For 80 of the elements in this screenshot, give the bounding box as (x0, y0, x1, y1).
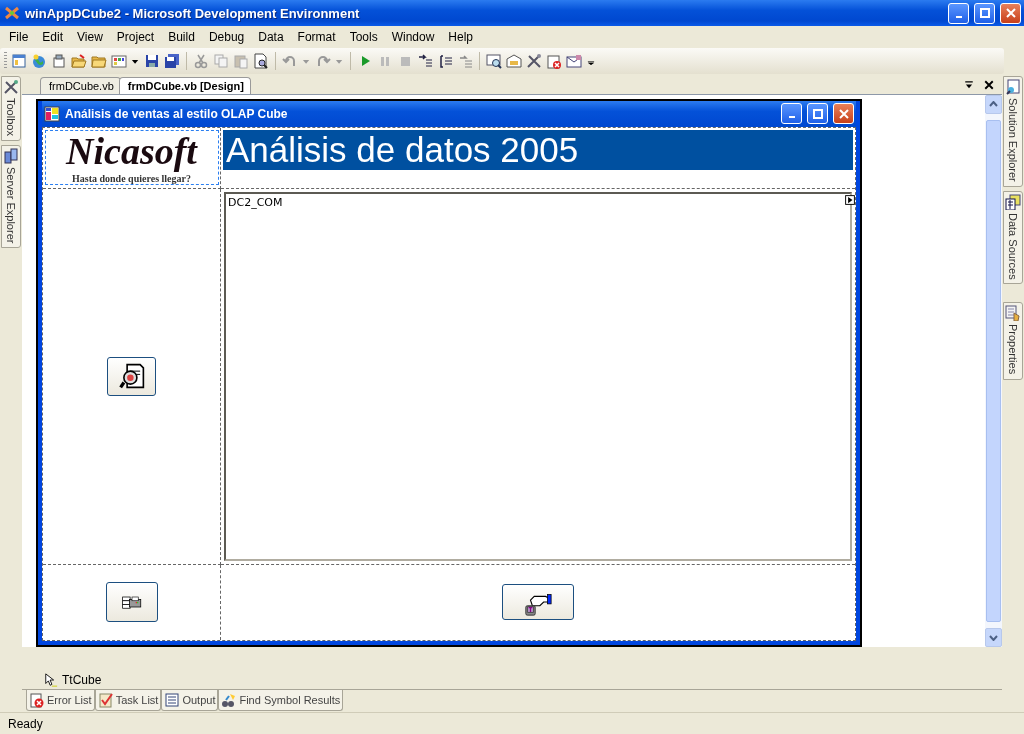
close-button[interactable] (1000, 2, 1021, 24)
server-icon (3, 147, 19, 164)
menu-item[interactable]: Tools (342, 27, 385, 47)
window-icon[interactable] (11, 53, 27, 69)
search-button[interactable] (107, 356, 156, 396)
panel-tab[interactable]: Find Symbol Results (218, 690, 344, 712)
checklist-icon (97, 692, 114, 709)
house-icon[interactable] (506, 53, 522, 69)
form-title: Análisis de ventas al estilo OLAP Cube (65, 106, 289, 121)
close-icon (838, 108, 849, 119)
menu-item[interactable]: File (2, 27, 36, 47)
close-icon (1005, 8, 1016, 18)
menu-item[interactable]: Data (251, 27, 291, 47)
database-button[interactable] (105, 582, 158, 623)
minimize-button[interactable] (948, 2, 969, 24)
close-button[interactable] (833, 103, 854, 125)
menu-item[interactable]: Window (384, 27, 442, 47)
clipboard-error-icon[interactable] (546, 53, 562, 69)
arrow-lines-icon[interactable] (417, 53, 433, 69)
table-icon (1005, 193, 1021, 210)
vertical-scrollbar[interactable] (985, 94, 1002, 648)
text-box[interactable]: DC2_COM (224, 191, 852, 561)
text-lines-icon (164, 692, 181, 709)
binoculars-icon (221, 692, 238, 709)
close-icon (984, 79, 994, 90)
dock-tab[interactable]: Properties (1003, 302, 1023, 380)
maximize-button[interactable] (807, 103, 828, 125)
redo-icon[interactable] (315, 53, 331, 69)
heading-banner: Análisis de datos 2005 (223, 129, 853, 170)
document-icon (1005, 79, 1021, 95)
package-icon[interactable] (51, 53, 67, 69)
document-tab[interactable]: frmDCube.vb (40, 76, 121, 94)
folder-icon[interactable] (91, 53, 107, 69)
status-text: Ready (8, 717, 43, 731)
document-tab[interactable]: frmDCube.vb [Design] (118, 76, 251, 94)
save-icon[interactable] (144, 53, 160, 69)
menu-item[interactable]: Edit (35, 27, 71, 47)
search-icon[interactable] (486, 53, 502, 69)
dock-tab[interactable]: Server Explorer (1, 144, 21, 249)
window-title: winAppDCube2 - Microsoft Development Environment (25, 5, 361, 21)
panel-tab[interactable]: Error List (26, 690, 95, 712)
menu-item[interactable]: Debug (201, 27, 252, 47)
undo-icon[interactable] (282, 53, 298, 69)
panel-tab[interactable]: Task List (94, 690, 162, 712)
maximize-button[interactable] (974, 2, 995, 24)
scroll-down-icon[interactable] (989, 634, 998, 641)
scroll-up-icon[interactable] (989, 101, 998, 108)
maximize-icon (812, 108, 823, 119)
minimize-icon (788, 116, 795, 119)
minimize-button[interactable] (781, 103, 802, 125)
app-icon (4, 5, 20, 21)
clipboard-error-icon (29, 692, 45, 709)
form-icon (44, 105, 60, 122)
logo-name: Nicasoft (66, 131, 197, 172)
magnifier-document-icon (118, 363, 145, 390)
document-search-icon[interactable] (253, 53, 269, 69)
dock-tab[interactable]: Solution Explorer (1003, 76, 1023, 187)
open-folder-icon[interactable] (71, 53, 87, 69)
dropdown-icon (964, 79, 974, 90)
cut-icon[interactable] (193, 53, 209, 69)
globe-icon[interactable] (31, 53, 47, 69)
menu-item[interactable]: Project (109, 27, 162, 47)
menu-item[interactable]: Format (290, 27, 343, 47)
menu-item[interactable]: Help (441, 27, 480, 47)
minimize-icon (955, 15, 962, 18)
grid-icon[interactable] (111, 53, 127, 69)
save-all-icon[interactable] (164, 53, 180, 69)
cursor-icon (44, 673, 58, 688)
component-label[interactable]: TtCube (62, 673, 102, 688)
dock-tab[interactable]: Data Sources (1003, 190, 1023, 285)
envelope-icon[interactable] (566, 53, 582, 69)
logo-tagline: Hasta donde quieres llegar? (72, 173, 191, 185)
properties-icon (1005, 305, 1021, 322)
menu-item[interactable]: Build (161, 27, 202, 47)
maximize-icon (979, 8, 990, 18)
panel-tab[interactable]: Output (161, 690, 219, 712)
bracket-lines-icon[interactable] (437, 53, 453, 69)
pointer-button[interactable] (502, 584, 574, 621)
dock-tab[interactable]: Toolbox (1, 76, 21, 141)
menu-item[interactable]: View (70, 27, 110, 47)
